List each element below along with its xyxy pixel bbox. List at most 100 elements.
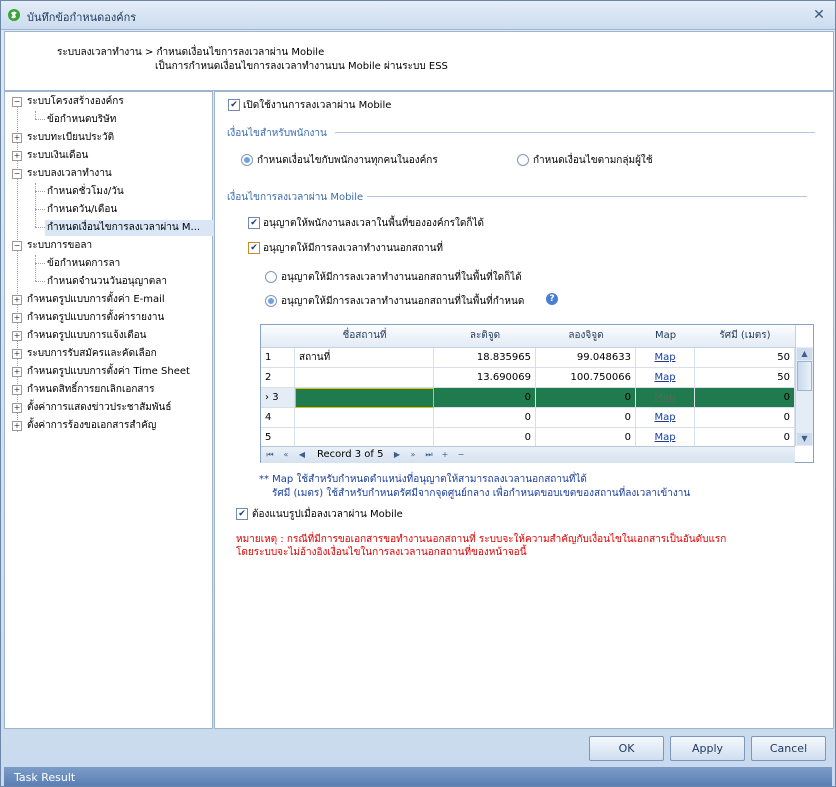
expand-icon[interactable]: + xyxy=(12,403,22,413)
expand-icon[interactable]: + xyxy=(12,295,22,305)
app-logo-icon xyxy=(8,9,20,21)
cell-radius[interactable]: 0 xyxy=(695,388,795,408)
cell-latitude[interactable]: 0 xyxy=(434,428,536,446)
cell-map-link[interactable]: Map xyxy=(636,368,695,388)
cell-latitude[interactable]: 0 xyxy=(434,408,536,428)
cell-longitude[interactable]: 99.048633 xyxy=(536,348,636,368)
tree-item-cancel-rights[interactable]: กำหนดสิทธิ์การยกเลิกเอกสาร xyxy=(27,382,155,398)
table-row[interactable]: 1 สถานที่ 18.835965 99.048633 Map 50 xyxy=(261,348,795,368)
allow-outside-checkbox[interactable] xyxy=(248,242,260,254)
settings-tree: − ระบบโครงสร้างองค์กร ข้อกำหนดบริษัท + ร… xyxy=(4,91,213,729)
last-record-icon[interactable]: ⏭ xyxy=(423,449,435,461)
allow-outside-label: อนุญาตให้มีการลงเวลาทำงานนอกสถานที่ xyxy=(263,243,444,254)
cell-longitude[interactable]: 100.750066 xyxy=(536,368,636,388)
next-record-icon[interactable]: ▶ xyxy=(391,449,403,461)
add-record-icon[interactable]: + xyxy=(439,449,451,461)
expand-icon[interactable]: + xyxy=(12,133,22,143)
tree-item-notification[interactable]: กำหนดรูปแบบการแจ้งเตือน xyxy=(27,328,146,344)
tree-item-leave[interactable]: ระบบการขอลา xyxy=(27,238,92,254)
radio-user-group-label: กำหนดเงื่อนไขตามกลุ่มผู้ใช้ xyxy=(533,155,653,166)
tree-item-leave-rules[interactable]: ข้อกำหนดการลา xyxy=(47,256,120,272)
help-icon[interactable]: ? xyxy=(546,293,558,305)
cell-longitude[interactable]: 0 xyxy=(536,388,636,408)
row-number: 1 xyxy=(261,348,295,368)
cell-latitude[interactable]: 0 xyxy=(434,388,536,408)
cell-radius[interactable]: 0 xyxy=(695,428,795,446)
grid-vertical-scrollbar[interactable]: ▲ ▼ xyxy=(795,347,813,446)
enable-mobile-checkbox[interactable] xyxy=(228,99,240,111)
tree-item-company-rules[interactable]: ข้อกำหนดบริษัท xyxy=(47,112,116,128)
cancel-button[interactable]: Cancel xyxy=(751,736,826,761)
tree-item-documents[interactable]: ตั้งค่าการร้องขอเอกสารสำคัญ xyxy=(27,418,156,434)
tree-item-leave-days[interactable]: กำหนดจำนวนวันอนุญาตลา xyxy=(47,274,167,290)
expand-icon[interactable]: + xyxy=(12,151,22,161)
expand-icon[interactable]: + xyxy=(12,421,22,431)
cell-radius[interactable]: 0 xyxy=(695,408,795,428)
cell-map-link[interactable]: Map xyxy=(636,428,695,446)
table-row[interactable]: 5 0 0 Map 0 xyxy=(261,428,795,446)
tree-item-payroll[interactable]: ระบบเงินเดือน xyxy=(27,148,88,164)
require-photo-checkbox[interactable] xyxy=(236,508,248,520)
apply-button[interactable]: Apply xyxy=(670,736,745,761)
delete-record-icon[interactable]: − xyxy=(455,449,467,461)
row-pointer-icon: › xyxy=(265,392,269,403)
prev-record-icon[interactable]: ◀ xyxy=(296,449,308,461)
cell-name[interactable] xyxy=(295,368,434,388)
cell-map-link[interactable]: Map xyxy=(636,388,695,408)
collapse-icon[interactable]: − xyxy=(12,241,22,251)
col-header-longitude[interactable]: ลองจิจูด xyxy=(536,325,637,348)
table-row[interactable]: 4 0 0 Map 0 xyxy=(261,408,795,428)
remark-line-2: โดยระบบจะไม่อ้างอิงเงื่อนไขในการลงเวลานอ… xyxy=(236,547,527,558)
tree-item-profile[interactable]: ระบบทะเบียนประวัติ xyxy=(27,130,114,146)
cell-map-link[interactable]: Map xyxy=(636,348,695,368)
cell-latitude[interactable]: 18.835965 xyxy=(434,348,536,368)
collapse-icon[interactable]: − xyxy=(12,97,22,107)
expand-icon[interactable]: + xyxy=(12,331,22,341)
ok-button[interactable]: OK xyxy=(589,736,664,761)
tree-item-days-per-month[interactable]: กำหนดวัน/เดือน xyxy=(47,202,117,218)
cell-longitude[interactable]: 0 xyxy=(536,428,636,446)
cell-latitude[interactable]: 13.690069 xyxy=(434,368,536,388)
expand-icon[interactable]: + xyxy=(12,313,22,323)
first-record-icon[interactable]: ⏮ xyxy=(264,449,276,461)
radio-all-employees[interactable] xyxy=(241,154,253,166)
col-header-latitude[interactable]: ละติจูด xyxy=(434,325,537,348)
tree-item-org[interactable]: ระบบโครงสร้างองค์กร xyxy=(27,94,124,110)
allow-in-area-checkbox[interactable] xyxy=(248,217,260,229)
cell-radius[interactable]: 50 xyxy=(695,348,795,368)
scroll-thumb[interactable] xyxy=(797,361,812,391)
next-page-icon[interactable]: » xyxy=(407,449,419,461)
cell-name[interactable]: สถานที่ xyxy=(295,348,434,368)
expand-icon[interactable]: + xyxy=(12,349,22,359)
tree-item-mobile-conditions[interactable]: กำหนดเงื่อนไขการลงเวลาผ่าน M... xyxy=(45,220,213,236)
expand-icon[interactable]: + xyxy=(12,385,22,395)
tree-item-timesheet[interactable]: กำหนดรูปแบบการตั้งค่า Time Sheet xyxy=(27,364,190,380)
close-icon[interactable]: ✕ xyxy=(811,7,827,23)
header-panel: ระบบลงเวลาทำงาน > กำหนดเงื่อนไขการลงเวลา… xyxy=(4,31,834,91)
col-header-name[interactable]: ชื่อสถานที่ xyxy=(295,325,435,348)
tree-item-email[interactable]: กำหนดรูปแบบการตั้งค่า E-mail xyxy=(27,292,165,308)
cell-name[interactable] xyxy=(295,388,434,408)
tree-item-report[interactable]: กำหนดรูปแบบการตั้งค่ารายงาน xyxy=(27,310,164,326)
table-row-selected[interactable]: › 3 0 0 Map 0 xyxy=(261,388,795,408)
radio-any-area[interactable] xyxy=(265,271,277,283)
table-row[interactable]: 2 13.690069 100.750066 Map 50 xyxy=(261,368,795,388)
expand-icon[interactable]: + xyxy=(12,367,22,377)
collapse-icon[interactable]: − xyxy=(12,169,22,179)
cell-radius[interactable]: 50 xyxy=(695,368,795,388)
tree-item-recruitment[interactable]: ระบบการรับสมัครและคัดเลือก xyxy=(27,346,157,362)
tree-item-time[interactable]: ระบบลงเวลาทำงาน xyxy=(27,166,112,182)
cell-longitude[interactable]: 0 xyxy=(536,408,636,428)
radio-defined-area[interactable] xyxy=(265,295,277,307)
scroll-up-icon[interactable]: ▲ xyxy=(797,348,812,360)
cell-map-link[interactable]: Map xyxy=(636,408,695,428)
cell-name[interactable] xyxy=(295,408,434,428)
tree-item-hours-per-day[interactable]: กำหนดชั่วโมง/วัน xyxy=(47,184,124,200)
cell-name[interactable] xyxy=(295,428,434,446)
radio-user-group[interactable] xyxy=(517,154,529,166)
col-header-map[interactable]: Map xyxy=(636,325,696,348)
tree-item-news[interactable]: ตั้งค่าการแสดงข่าวประชาสัมพันธ์ xyxy=(27,400,171,416)
scroll-down-icon[interactable]: ▼ xyxy=(797,433,812,445)
col-header-radius[interactable]: รัศมี (เมตร) xyxy=(695,325,796,348)
prev-page-icon[interactable]: « xyxy=(280,449,292,461)
